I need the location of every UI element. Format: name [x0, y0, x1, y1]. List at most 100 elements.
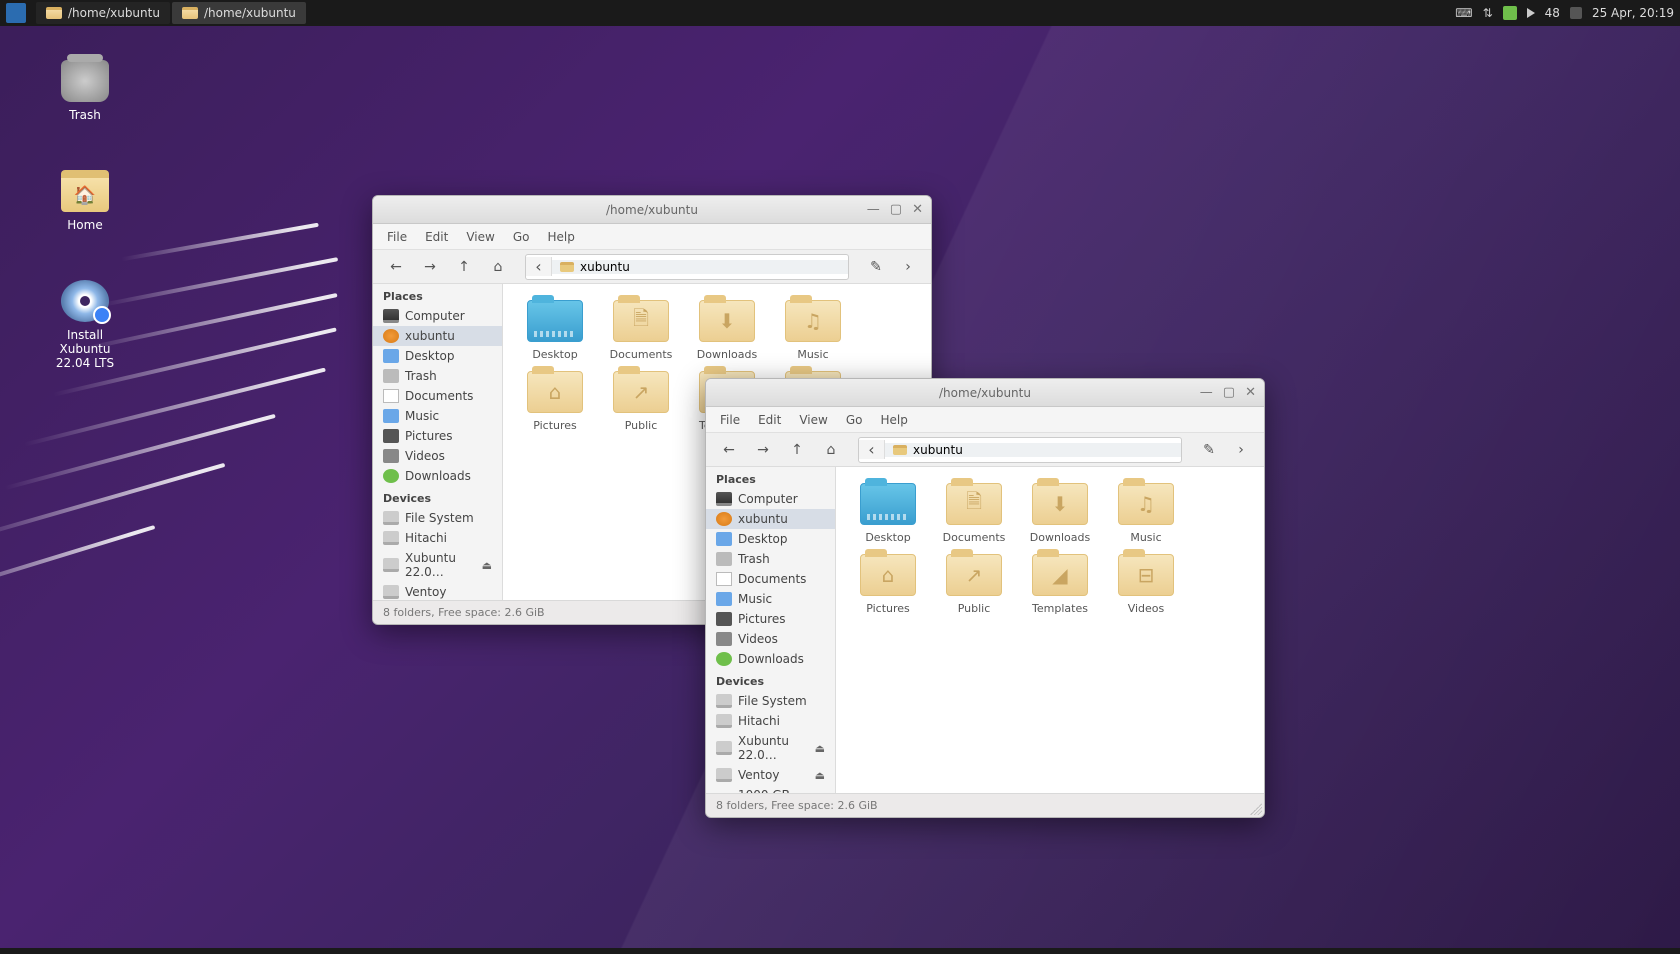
menu-edit[interactable]: Edit	[425, 230, 448, 244]
sidebar-item-xubuntu-iso[interactable]: Xubuntu 22.0…⏏	[373, 548, 502, 582]
folder-pictures[interactable]: ⌂Pictures	[519, 371, 591, 432]
window-titlebar[interactable]: /home/xubuntu — ▢ ✕	[706, 379, 1264, 407]
nav-forward-button[interactable]: →	[417, 254, 443, 280]
sidebar-item-videos[interactable]: Videos	[706, 629, 835, 649]
window-titlebar[interactable]: /home/xubuntu — ▢ ✕	[373, 196, 931, 224]
path-bar[interactable]: ‹ xubuntu	[858, 437, 1182, 463]
nav-home-button[interactable]: ⌂	[485, 254, 511, 280]
sidebar-item-documents[interactable]: Documents	[706, 569, 835, 589]
nav-back-button[interactable]: ←	[716, 437, 742, 463]
menu-file[interactable]: File	[720, 413, 740, 427]
desktop-trash[interactable]: Trash	[40, 60, 130, 122]
folder-pictures[interactable]: ⌂Pictures	[852, 554, 924, 615]
sidebar-item-ventoy[interactable]: Ventoy⏏	[706, 765, 835, 785]
optical-icon	[383, 558, 399, 572]
sidebar-item-music[interactable]: Music	[373, 406, 502, 426]
menu-go[interactable]: Go	[513, 230, 530, 244]
sidebar-item-music[interactable]: Music	[706, 589, 835, 609]
maximize-button[interactable]: ▢	[890, 202, 902, 217]
volume-icon[interactable]	[1527, 8, 1535, 18]
minimize-button[interactable]: —	[1200, 385, 1213, 400]
sidebar-item-1000gb[interactable]: 1000 GB Volume	[706, 785, 835, 793]
sidebar-item-computer[interactable]: Computer	[373, 306, 502, 326]
folder-public[interactable]: ↗Public	[938, 554, 1010, 615]
keyboard-layout-icon[interactable]: ⌨	[1455, 6, 1472, 20]
sidebar-item-downloads[interactable]: Downloads	[373, 466, 502, 486]
path-expand-button[interactable]: ›	[1228, 437, 1254, 463]
close-button[interactable]: ✕	[1245, 385, 1256, 400]
menu-help[interactable]: Help	[880, 413, 907, 427]
folder-downloads[interactable]: ⬇Downloads	[1024, 483, 1096, 544]
clock-text[interactable]: 25 Apr, 20:19	[1592, 6, 1674, 20]
folder-music[interactable]: ♫Music	[777, 300, 849, 361]
nav-back-button[interactable]: ←	[383, 254, 409, 280]
menu-edit[interactable]: Edit	[758, 413, 781, 427]
sidebar-item-trash[interactable]: Trash	[373, 366, 502, 386]
folder-public[interactable]: ↗Public	[605, 371, 677, 432]
sidebar-item-home[interactable]: xubuntu	[706, 509, 835, 529]
nav-up-button[interactable]: ↑	[784, 437, 810, 463]
desktop-home[interactable]: Home	[40, 170, 130, 232]
path-toggle-icon[interactable]: ‹	[859, 440, 885, 459]
folder-desktop[interactable]: Desktop	[519, 300, 591, 361]
file-manager-window[interactable]: /home/xubuntu — ▢ ✕ File Edit View Go He…	[705, 378, 1265, 818]
folder-documents[interactable]: 🗎Documents	[938, 483, 1010, 544]
drive-icon	[383, 585, 399, 599]
path-crumb[interactable]: xubuntu	[552, 260, 848, 274]
edit-path-button[interactable]: ✎	[863, 254, 889, 280]
sidebar-item-filesystem[interactable]: File System	[373, 508, 502, 528]
edit-path-button[interactable]: ✎	[1196, 437, 1222, 463]
path-toggle-icon[interactable]: ‹	[526, 257, 552, 276]
sidebar-item-desktop[interactable]: Desktop	[706, 529, 835, 549]
folder-templates[interactable]: ◢Templates	[1024, 554, 1096, 615]
sidebar-item-filesystem[interactable]: File System	[706, 691, 835, 711]
usb-icon[interactable]: ⇅	[1483, 6, 1493, 20]
menu-help[interactable]: Help	[547, 230, 574, 244]
sidebar-item-pictures[interactable]: Pictures	[706, 609, 835, 629]
taskbar-item[interactable]: /home/xubuntu	[172, 2, 306, 24]
sidebar-item-trash[interactable]: Trash	[706, 549, 835, 569]
resize-grip[interactable]	[1250, 803, 1262, 815]
eject-icon[interactable]: ⏏	[482, 559, 492, 572]
menu-file[interactable]: File	[387, 230, 407, 244]
taskbar-item[interactable]: /home/xubuntu	[36, 2, 170, 24]
menu-go[interactable]: Go	[846, 413, 863, 427]
battery-icon[interactable]	[1503, 6, 1517, 20]
menu-view[interactable]: View	[466, 230, 494, 244]
maximize-button[interactable]: ▢	[1223, 385, 1235, 400]
sidebar-item-desktop[interactable]: Desktop	[373, 346, 502, 366]
home-folder-icon	[61, 170, 109, 212]
eject-icon[interactable]: ⏏	[815, 769, 825, 782]
notification-icon[interactable]	[1570, 7, 1582, 19]
sidebar-item-pictures[interactable]: Pictures	[373, 426, 502, 446]
volume-value: 48	[1545, 6, 1560, 20]
close-button[interactable]: ✕	[912, 202, 923, 217]
folder-documents[interactable]: 🗎Documents	[605, 300, 677, 361]
sidebar-item-home[interactable]: xubuntu	[373, 326, 502, 346]
path-expand-button[interactable]: ›	[895, 254, 921, 280]
sidebar-item-hitachi[interactable]: Hitachi	[706, 711, 835, 731]
nav-home-button[interactable]: ⌂	[818, 437, 844, 463]
nav-forward-button[interactable]: →	[750, 437, 776, 463]
folder-desktop[interactable]: Desktop	[852, 483, 924, 544]
file-view[interactable]: Desktop 🗎Documents ⬇Downloads ♫Music ⌂Pi…	[836, 467, 1264, 793]
sidebar-item-downloads[interactable]: Downloads	[706, 649, 835, 669]
sidebar-item-computer[interactable]: Computer	[706, 489, 835, 509]
sidebar-item-hitachi[interactable]: Hitachi	[373, 528, 502, 548]
music-glyph-icon: ♫	[786, 301, 840, 341]
folder-music[interactable]: ♫Music	[1110, 483, 1182, 544]
sidebar-item-documents[interactable]: Documents	[373, 386, 502, 406]
sidebar-item-xubuntu-iso[interactable]: Xubuntu 22.0…⏏	[706, 731, 835, 765]
eject-icon[interactable]: ⏏	[815, 742, 825, 755]
menu-view[interactable]: View	[799, 413, 827, 427]
minimize-button[interactable]: —	[867, 202, 880, 217]
folder-videos[interactable]: ⊟Videos	[1110, 554, 1182, 615]
whisker-menu-icon[interactable]	[6, 3, 26, 23]
nav-up-button[interactable]: ↑	[451, 254, 477, 280]
desktop-installer[interactable]: Install Xubuntu 22.04 LTS	[40, 280, 130, 370]
sidebar-item-ventoy[interactable]: Ventoy	[373, 582, 502, 600]
folder-downloads[interactable]: ⬇Downloads	[691, 300, 763, 361]
path-bar[interactable]: ‹ xubuntu	[525, 254, 849, 280]
sidebar-item-videos[interactable]: Videos	[373, 446, 502, 466]
path-crumb[interactable]: xubuntu	[885, 443, 1181, 457]
